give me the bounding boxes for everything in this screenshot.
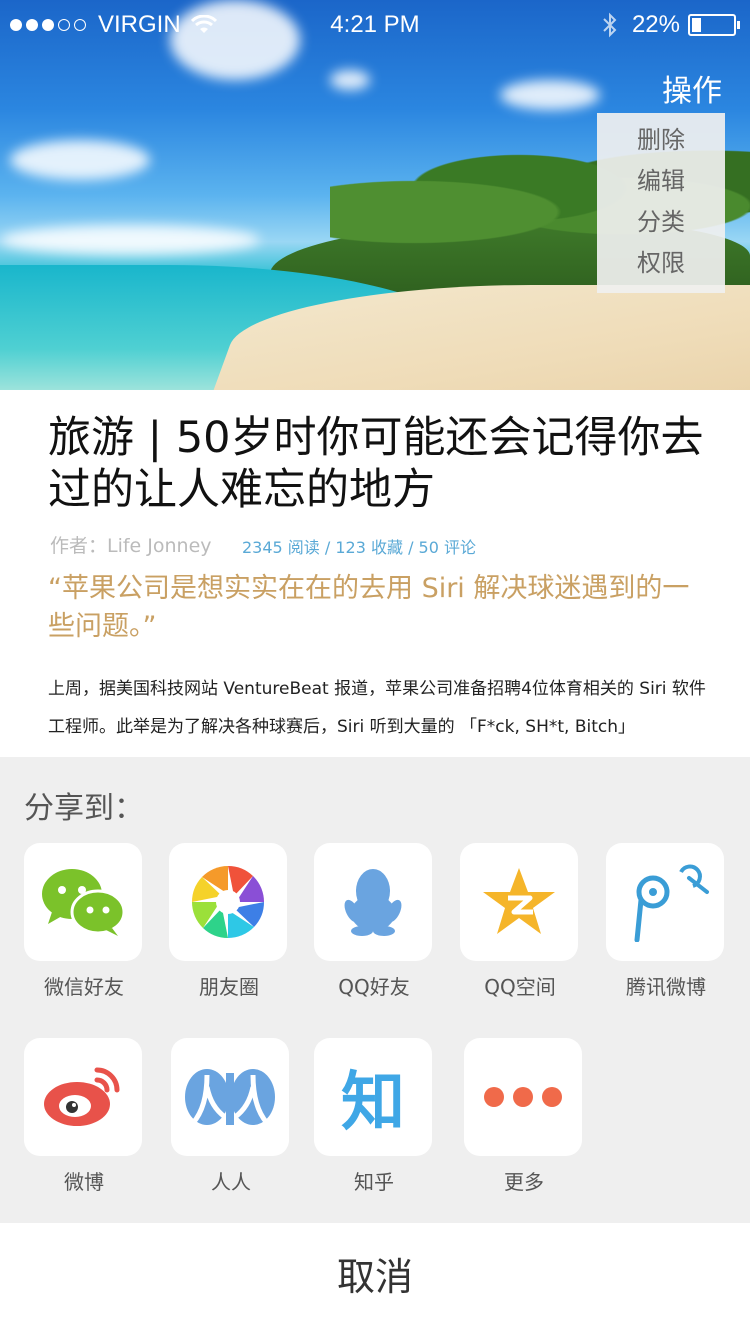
share-moments-button[interactable]: 朋友圈 xyxy=(169,843,289,1000)
menu-item-edit[interactable]: 编辑 xyxy=(597,161,725,202)
operate-button[interactable]: 操作 xyxy=(662,66,722,110)
article-stats: 2345 阅读 / 123 收藏 / 50 评论 xyxy=(242,538,477,557)
article: 旅游 | 50岁时你可能还会记得你去过的让人难忘的地方 作者：Life Jonn… xyxy=(0,390,750,760)
share-sheet-title: 分享到： xyxy=(24,791,144,826)
moments-icon xyxy=(191,865,265,939)
share-label: 微信好友 xyxy=(44,975,124,999)
share-label: 人人 xyxy=(211,1170,251,1194)
article-body: 上周，据美国科技网站 VentureBeat 报道，苹果公司准备招聘4位体育相关… xyxy=(48,679,706,737)
battery-percent: 22% xyxy=(631,11,680,38)
share-label: QQ空间 xyxy=(484,975,556,999)
share-label: 微博 xyxy=(64,1170,104,1194)
menu-item-delete[interactable]: 删除 xyxy=(597,120,725,161)
share-wechat-button[interactable]: 微信好友 xyxy=(24,843,144,1000)
qzone-icon xyxy=(483,868,555,934)
tencent-weibo-icon xyxy=(634,864,709,942)
share-qzone-button[interactable]: QQ空间 xyxy=(460,843,580,1000)
renren-icon xyxy=(185,1069,275,1125)
share-label: 腾讯微博 xyxy=(626,975,706,999)
cancel-button[interactable]: 取消 xyxy=(0,1223,750,1334)
share-sheet: 分享到： 微信好友 朋友圈 QQ好友 QQ空间 腾讯微博 微博 人人 知 知乎 … xyxy=(0,757,750,1223)
operate-dropdown-menu: 删除 编辑 分类 权限 xyxy=(597,113,725,293)
share-label: 朋友圈 xyxy=(199,975,259,999)
share-weibo-button[interactable]: 微博 xyxy=(24,1038,144,1195)
more-icon xyxy=(484,1087,562,1107)
share-renren-button[interactable]: 人人 xyxy=(171,1038,291,1195)
share-qq-button[interactable]: QQ好友 xyxy=(314,843,434,1000)
wechat-icon xyxy=(42,869,126,936)
bluetooth-icon xyxy=(603,12,617,38)
share-more-button[interactable]: 更多 xyxy=(464,1038,584,1195)
article-author: 作者：Life Jonney xyxy=(50,535,212,557)
zhihu-icon: 知 xyxy=(341,1066,405,1140)
article-quote: “苹果公司是想实实在在的去用 Siri 解决球迷遇到的一些问题。” xyxy=(48,573,690,642)
menu-item-permission[interactable]: 权限 xyxy=(597,243,725,284)
menu-item-category[interactable]: 分类 xyxy=(597,202,725,243)
share-label: 知乎 xyxy=(354,1170,394,1194)
article-title: 旅游 | 50岁时你可能还会记得你去过的让人难忘的地方 xyxy=(48,413,704,515)
share-label: QQ好友 xyxy=(338,975,410,999)
battery-icon xyxy=(688,14,740,36)
share-tencent-weibo-button[interactable]: 腾讯微博 xyxy=(606,843,726,1000)
qq-icon xyxy=(344,869,402,936)
status-bar: VIRGIN 4:21 PM 22% xyxy=(0,0,750,50)
cancel-bar: 取消 xyxy=(0,1223,750,1334)
share-label: 更多 xyxy=(504,1170,544,1194)
share-zhihu-button[interactable]: 知 知乎 xyxy=(314,1038,434,1195)
weibo-icon xyxy=(44,1067,120,1126)
